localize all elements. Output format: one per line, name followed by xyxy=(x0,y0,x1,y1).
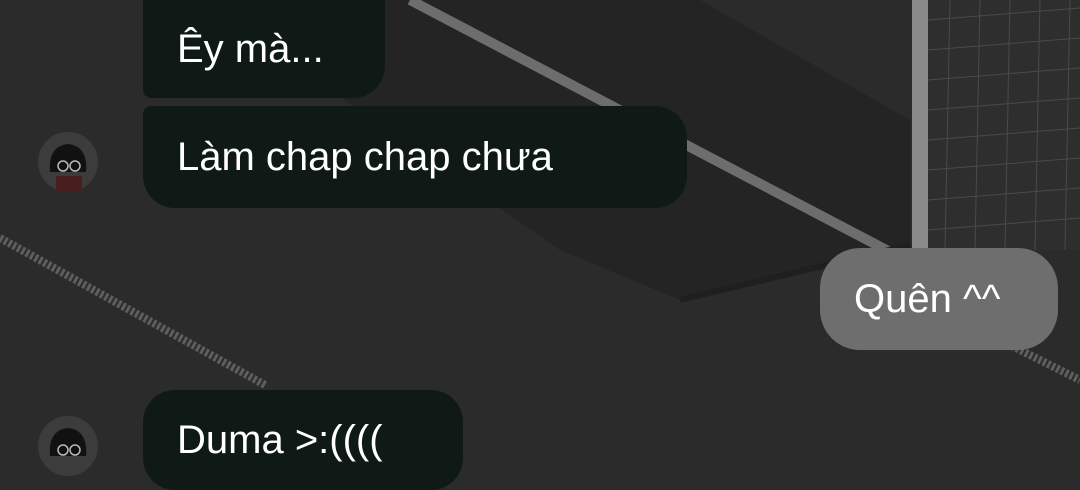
message-text: Êy mà... xyxy=(177,27,324,71)
message-text: Quên ^^ xyxy=(854,277,1001,321)
message-text: Làm chap chap chưa xyxy=(177,135,553,179)
contact-avatar[interactable] xyxy=(38,416,98,476)
message-bubble-incoming[interactable]: Duma >:(((( xyxy=(143,390,463,490)
message-text: Duma >:(((( xyxy=(177,418,383,462)
message-bubble-incoming[interactable]: Làm chap chap chưa xyxy=(143,106,687,208)
avatar-sticker-icon xyxy=(38,416,98,476)
contact-avatar[interactable] xyxy=(38,132,98,192)
message-bubble-incoming[interactable]: Êy mà... xyxy=(143,0,385,98)
avatar-sticker-icon xyxy=(38,132,98,192)
message-bubble-outgoing[interactable]: Quên ^^ xyxy=(820,248,1058,350)
